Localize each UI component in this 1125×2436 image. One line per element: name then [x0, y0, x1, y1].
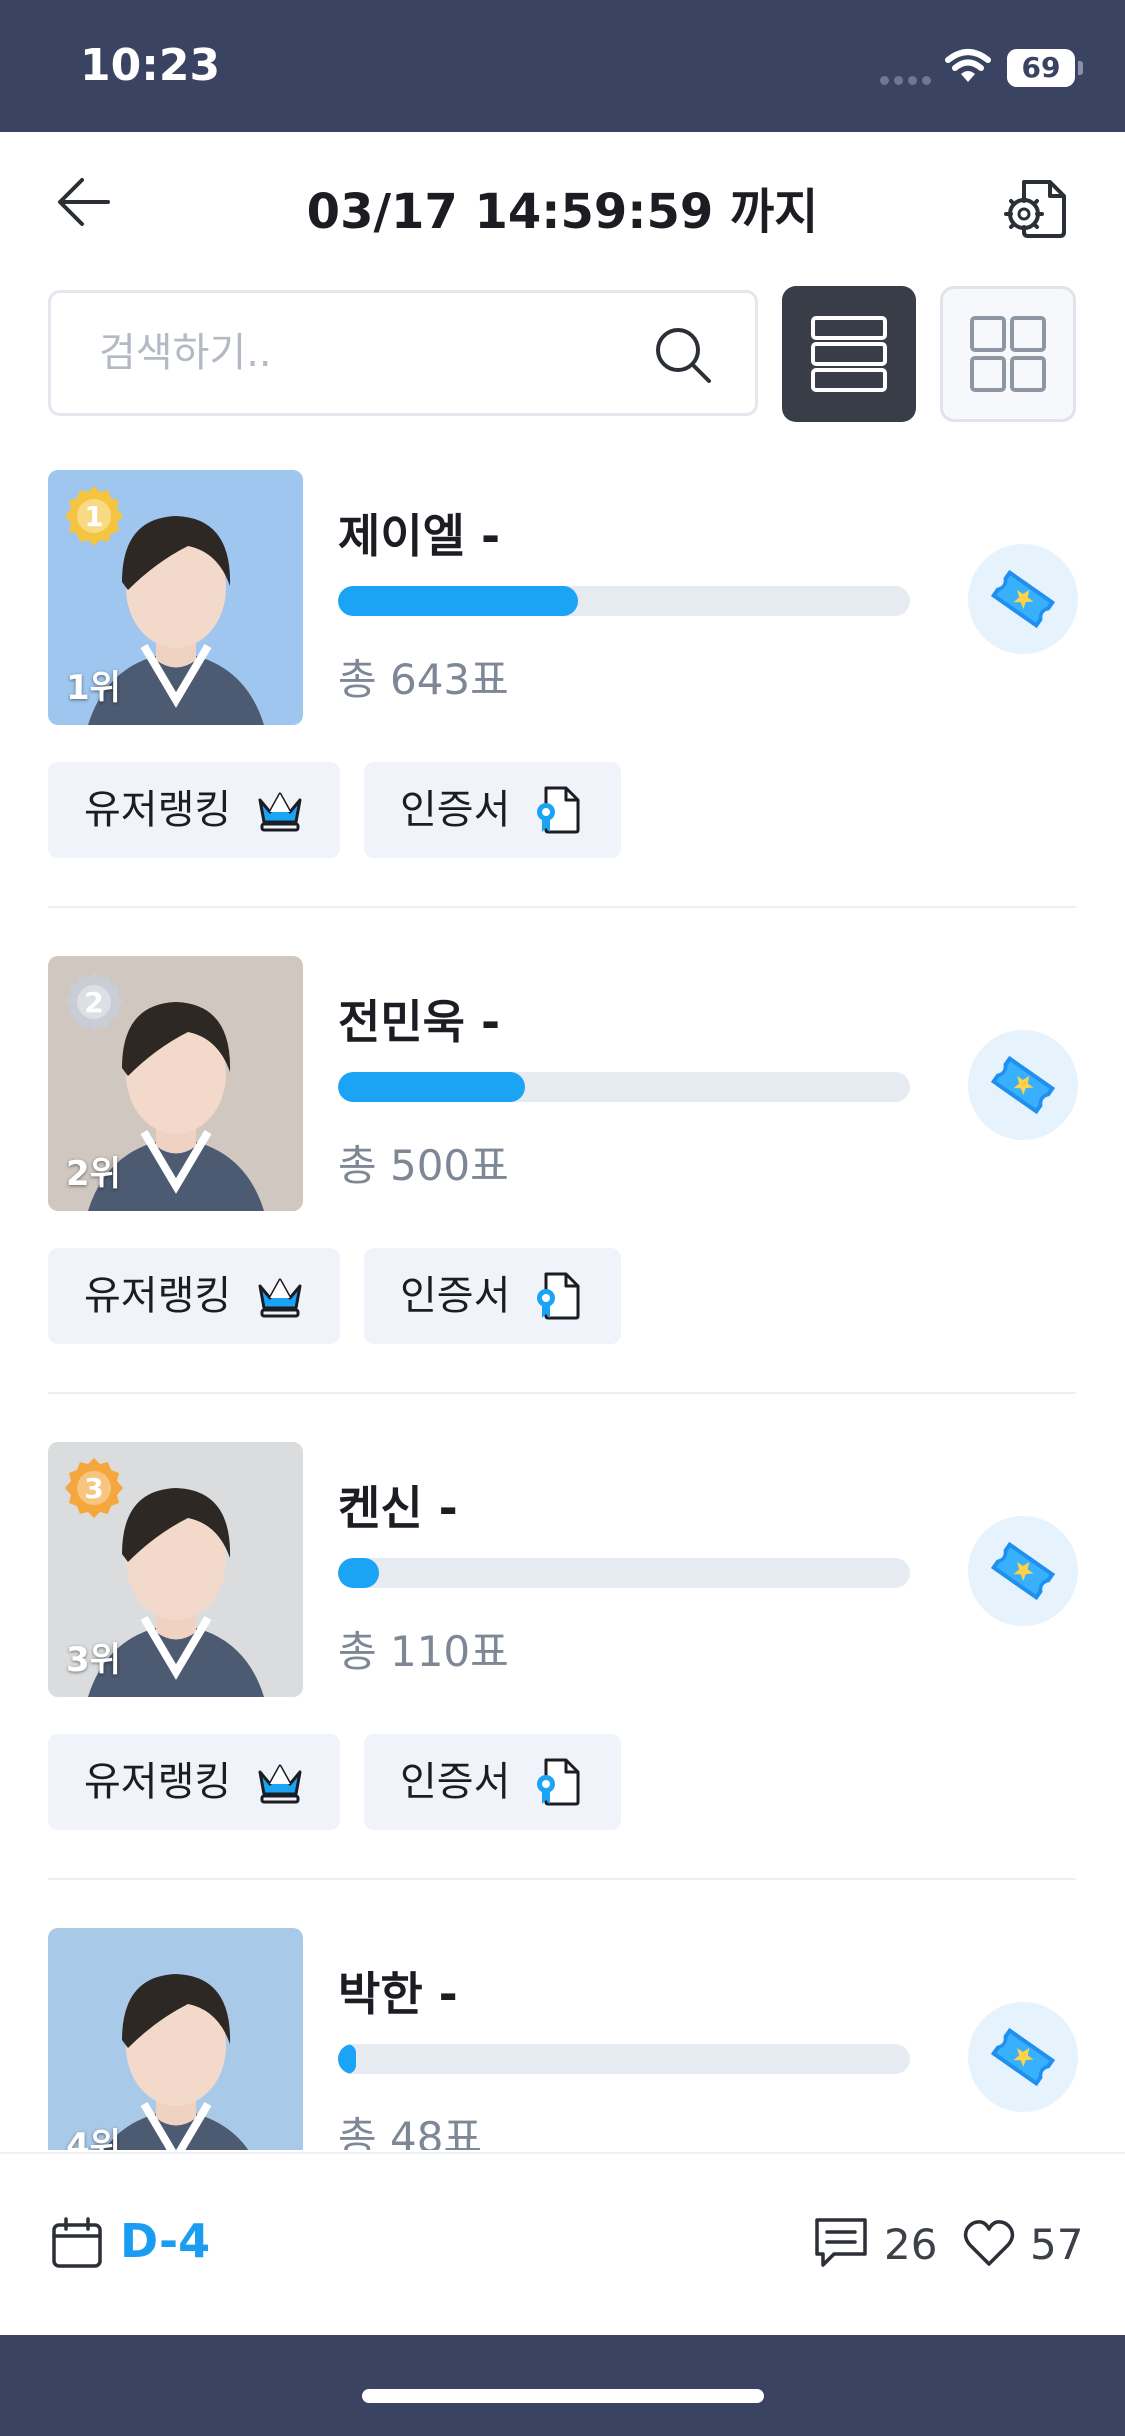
ticket-icon	[990, 569, 1056, 629]
certificate-label: 인증서	[400, 1759, 511, 1805]
d-day-label: D-4	[120, 2214, 211, 2268]
vote-ticket-button[interactable]	[968, 1516, 1078, 1626]
search-box[interactable]	[48, 290, 758, 416]
user-ranking-label: 유저랭킹	[84, 787, 232, 833]
comment-icon[interactable]	[812, 2214, 870, 2272]
user-ranking-button[interactable]: 유저랭킹	[48, 762, 340, 858]
bottom-bar: D-4 26 57	[0, 2152, 1125, 2335]
candidate-photo[interactable]: 4위	[48, 1928, 303, 2150]
vote-progress-bar	[338, 1072, 910, 1102]
svg-text:3: 3	[84, 1472, 103, 1505]
ticket-icon	[990, 2027, 1056, 2087]
vote-progress-fill	[338, 2044, 356, 2074]
rank-label: 3위	[66, 1640, 121, 1680]
grid-view-button[interactable]	[940, 286, 1076, 422]
home-indicator[interactable]	[362, 2389, 764, 2403]
rank-label: 4위	[66, 2126, 121, 2150]
vote-total: 총 110표	[338, 1627, 509, 1676]
candidate-photo[interactable]: 2 2위	[48, 956, 303, 1211]
vote-progress-bar	[338, 1558, 910, 1588]
search-input[interactable]	[99, 293, 659, 413]
certificate-label: 인증서	[400, 787, 511, 833]
crown-icon	[258, 792, 302, 832]
heart-icon[interactable]	[962, 2218, 1016, 2268]
candidate-name: 제이엘 -	[338, 509, 501, 563]
certificate-button[interactable]: 인증서	[364, 762, 621, 858]
user-ranking-button[interactable]: 유저랭킹	[48, 1248, 340, 1344]
comment-count: 26	[884, 2220, 938, 2269]
candidate-photo[interactable]: 3 3위	[48, 1442, 303, 1697]
battery-icon: 69	[1007, 49, 1075, 87]
certificate-icon	[537, 786, 580, 834]
candidate-photo[interactable]: 1 1위	[48, 470, 303, 725]
item-divider	[48, 1392, 1076, 1394]
like-count: 57	[1030, 2220, 1084, 2269]
crown-icon	[258, 1764, 302, 1804]
certificate-icon	[537, 1758, 580, 1806]
rank-label: 2위	[66, 1154, 121, 1194]
rank-medal-icon: 2	[65, 972, 123, 1032]
vote-ticket-button[interactable]	[968, 2002, 1078, 2112]
vote-total: 총 643표	[338, 655, 509, 704]
user-ranking-label: 유저랭킹	[84, 1759, 232, 1805]
vote-progress-fill	[338, 586, 579, 616]
ranking-item: 2 2위 전민욱 - 총 500표 유저랭킹 인증서	[0, 956, 1125, 1442]
vote-ticket-button[interactable]	[968, 1030, 1078, 1140]
vote-ticket-button[interactable]	[968, 544, 1078, 654]
certificate-icon	[537, 1272, 580, 1320]
certificate-label: 인증서	[400, 1273, 511, 1319]
cellular-signal-icon	[880, 76, 931, 85]
ranking-item: 4위 박한 - 총 48표 유저랭킹 인증서	[0, 1928, 1125, 2150]
ranking-item: 1 1위 제이엘 - 총 643표 유저랭킹 인증서	[0, 470, 1125, 956]
user-ranking-button[interactable]: 유저랭킹	[48, 1734, 340, 1830]
portrait-image	[48, 1928, 303, 2150]
certificate-button[interactable]: 인증서	[364, 1734, 621, 1830]
vote-progress-fill	[338, 1558, 380, 1588]
svg-text:2: 2	[84, 986, 103, 1019]
page-title: 03/17 14:59:59 까지	[306, 184, 819, 240]
search-icon[interactable]	[651, 323, 715, 387]
rank-medal-icon: 1	[65, 486, 123, 546]
ticket-icon	[990, 1541, 1056, 1601]
wifi-icon	[945, 49, 991, 82]
certificate-button[interactable]: 인증서	[364, 1248, 621, 1344]
svg-text:1: 1	[84, 500, 103, 533]
candidate-name: 박한 -	[338, 1967, 458, 2021]
user-ranking-label: 유저랭킹	[84, 1273, 232, 1319]
battery-percent: 69	[1021, 51, 1061, 84]
crown-icon	[258, 1278, 302, 1318]
list-view-button[interactable]	[782, 286, 916, 422]
ranking-item: 3 3위 켄신 - 총 110표 유저랭킹 인증서	[0, 1442, 1125, 1928]
vote-total: 총 48표	[338, 2113, 483, 2150]
candidate-name: 켄신 -	[338, 1481, 458, 1535]
status-bar: 10:23 69	[0, 0, 1125, 132]
item-divider	[48, 906, 1076, 908]
ticket-icon	[990, 1055, 1056, 1115]
vote-progress-bar	[338, 586, 910, 616]
rank-label: 1위	[66, 668, 121, 708]
ranking-list: 1 1위 제이엘 - 총 643표 유저랭킹 인증서 2 2위 전민욱 - 총 …	[0, 470, 1125, 2150]
home-indicator-bar	[0, 2335, 1125, 2436]
vote-progress-fill	[338, 1072, 525, 1102]
candidate-name: 전민욱 -	[338, 995, 501, 1049]
calendar-icon	[52, 2217, 102, 2268]
status-time: 10:23	[80, 40, 221, 91]
document-settings-icon[interactable]	[1000, 168, 1076, 244]
list-view-icon	[811, 316, 887, 392]
vote-total: 총 500표	[338, 1141, 509, 1190]
grid-view-icon	[970, 316, 1046, 392]
vote-progress-bar	[338, 2044, 910, 2074]
item-divider	[48, 1878, 1076, 1880]
rank-medal-icon: 3	[65, 1458, 123, 1518]
